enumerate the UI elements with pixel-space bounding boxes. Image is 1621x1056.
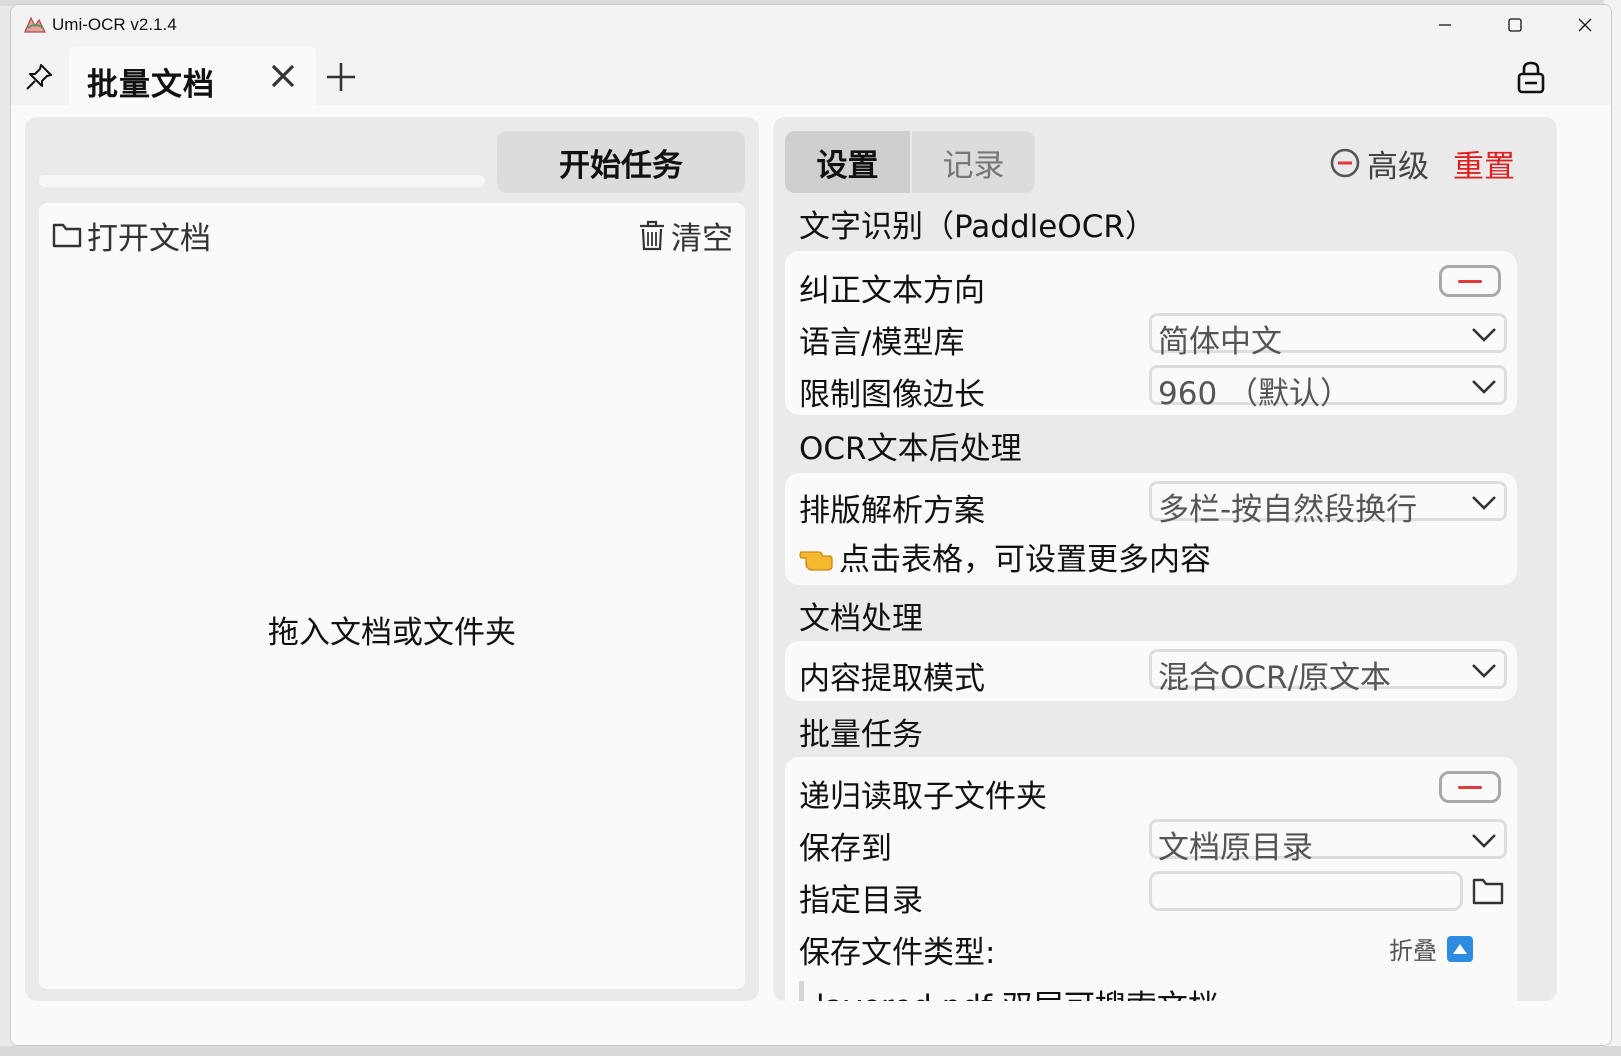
recursive-switch[interactable] <box>1439 771 1501 803</box>
clear-label: 清空 <box>671 220 733 257</box>
task-progress-bar <box>39 175 485 187</box>
collapse-label: 折叠 <box>1389 937 1437 965</box>
maximize-icon <box>1508 18 1522 32</box>
pointing-hand-icon <box>799 551 833 571</box>
language-select[interactable]: 简体中文 <box>1149 313 1507 360</box>
custom-dir-label: 指定目录 <box>799 883 923 919</box>
row-file-types: 保存文件类型: 折叠 <box>799 923 1503 971</box>
start-task-button[interactable]: 开始任务 <box>497 131 745 193</box>
settings-panel: 设置 记录 高级 重置 文字识别（PaddleOCR） 纠正文本方向 语言/模型… <box>773 117 1557 1001</box>
folder-icon[interactable] <box>1471 875 1505 907</box>
clear-button[interactable]: 清空 <box>637 215 733 257</box>
layout-select[interactable]: 多栏-按自然段换行 <box>1149 481 1507 528</box>
collapse-up-icon <box>1447 935 1473 962</box>
layout-label: 排版解析方案 <box>799 493 985 529</box>
pin-button[interactable] <box>19 57 59 97</box>
tab-close-button[interactable] <box>265 58 301 94</box>
close-window-button[interactable] <box>1550 5 1611 45</box>
limit-side-value: 960 （默认） <box>1158 376 1352 412</box>
extract-mode-value: 混合OCR/原文本 <box>1158 660 1392 696</box>
window-title: Umi-OCR v2.1.4 <box>52 15 177 34</box>
trash-icon <box>640 220 664 251</box>
correct-direction-switch[interactable] <box>1439 265 1501 297</box>
doc-card: 内容提取模式 混合OCR/原文本 <box>785 641 1517 701</box>
section-title-ocr: 文字识别（PaddleOCR） <box>799 209 1156 245</box>
row-limit-side: 限制图像边长 960 （默认） <box>799 365 1507 413</box>
open-document-label: 打开文档 <box>87 220 211 257</box>
maximize-button[interactable] <box>1480 5 1550 45</box>
chevron-down-icon <box>1472 664 1496 678</box>
app-window: Umi-OCR v2.1.4 批量文档 开始任务 打开文档 清空 拖入文档或文件… <box>10 4 1612 1046</box>
minimize-button[interactable] <box>1410 5 1480 45</box>
language-label: 语言/模型库 <box>799 325 965 361</box>
correct-direction-label: 纠正文本方向 <box>799 273 985 309</box>
file-type-layered-pdf: layered.pdf 双层可搜索文档 <box>799 981 1499 1001</box>
main-content: 开始任务 打开文档 清空 拖入文档或文件夹 设置 记录 高级 重置 文字识别（P… <box>11 105 1611 1045</box>
language-value: 简体中文 <box>1158 324 1282 360</box>
background-window-bottom <box>0 1046 1621 1056</box>
chevron-down-icon <box>1472 380 1496 394</box>
umi-ocr-logo-icon <box>23 14 47 36</box>
reset-button[interactable]: 重置 <box>1453 143 1515 185</box>
table-tip[interactable]: 点击表格，可设置更多内容 <box>799 533 1211 579</box>
limit-side-select[interactable]: 960 （默认） <box>1149 365 1507 412</box>
open-document-button[interactable]: 打开文档 <box>51 215 211 257</box>
row-language: 语言/模型库 简体中文 <box>799 313 1507 361</box>
row-correct-direction: 纠正文本方向 <box>799 261 1503 309</box>
toggle-off-icon <box>1330 148 1360 178</box>
recursive-label: 递归读取子文件夹 <box>799 779 1047 815</box>
advanced-toggle[interactable]: 高级 <box>1329 143 1429 185</box>
file-drop-area[interactable]: 打开文档 清空 拖入文档或文件夹 <box>39 203 745 989</box>
panel-tabs: 设置 记录 <box>785 131 1035 193</box>
advanced-label: 高级 <box>1367 148 1429 185</box>
row-recursive: 递归读取子文件夹 <box>799 767 1503 815</box>
chevron-down-icon <box>1472 496 1496 510</box>
tab-label: 批量文档 <box>87 67 215 103</box>
section-title-postprocess: OCR文本后处理 <box>799 431 1022 467</box>
extract-mode-label: 内容提取模式 <box>799 661 985 697</box>
drop-hint-text: 拖入文档或文件夹 <box>268 615 516 651</box>
save-to-label: 保存到 <box>799 831 892 867</box>
section-title-doc: 文档处理 <box>799 601 923 637</box>
add-tab-button[interactable] <box>321 57 361 97</box>
save-to-value: 文档原目录 <box>1158 830 1313 866</box>
custom-dir-input[interactable] <box>1149 871 1463 911</box>
tab-bar: 批量文档 <box>11 45 1611 105</box>
collapse-button[interactable]: 折叠 <box>1389 931 1473 966</box>
section-title-batch: 批量任务 <box>799 717 923 753</box>
title-bar[interactable]: Umi-OCR v2.1.4 <box>11 5 1611 45</box>
postprocess-card: 排版解析方案 多栏-按自然段换行 点击表格，可设置更多内容 <box>785 473 1517 585</box>
task-panel: 开始任务 打开文档 清空 拖入文档或文件夹 <box>25 117 759 1001</box>
tab-settings[interactable]: 设置 <box>785 131 910 193</box>
pin-icon <box>26 64 52 90</box>
table-tip-text: 点击表格，可设置更多内容 <box>839 541 1211 578</box>
save-to-select[interactable]: 文档原目录 <box>1149 819 1507 866</box>
tab-records[interactable]: 记录 <box>910 131 1035 193</box>
close-icon <box>271 64 295 88</box>
tab-batch-doc[interactable]: 批量文档 <box>69 47 316 105</box>
file-types-label: 保存文件类型: <box>799 935 996 971</box>
limit-side-label: 限制图像边长 <box>799 377 985 413</box>
chevron-down-icon <box>1472 328 1496 342</box>
minimize-icon <box>1439 24 1451 26</box>
ocr-settings-card: 纠正文本方向 语言/模型库 简体中文 限制图像边长 960 （默认） <box>785 251 1517 415</box>
chevron-down-icon <box>1472 834 1496 848</box>
folder-icon <box>52 223 82 248</box>
close-icon <box>1578 18 1592 32</box>
layered-pdf-label: layered.pdf 双层可搜索文档 <box>816 989 1219 1001</box>
layout-value: 多栏-按自然段换行 <box>1158 492 1418 528</box>
lock-button[interactable] <box>1511 57 1551 97</box>
lock-icon <box>1517 61 1545 94</box>
plus-icon <box>327 63 355 91</box>
batch-card: 递归读取子文件夹 保存到 文档原目录 指定目录 保存文件类型: 折叠 <box>785 757 1517 1001</box>
extract-mode-select[interactable]: 混合OCR/原文本 <box>1149 649 1507 696</box>
row-extract-mode: 内容提取模式 混合OCR/原文本 <box>799 649 1507 697</box>
row-save-to: 保存到 文档原目录 <box>799 819 1507 867</box>
row-custom-dir: 指定目录 <box>799 871 1505 919</box>
row-layout: 排版解析方案 多栏-按自然段换行 <box>799 481 1507 529</box>
